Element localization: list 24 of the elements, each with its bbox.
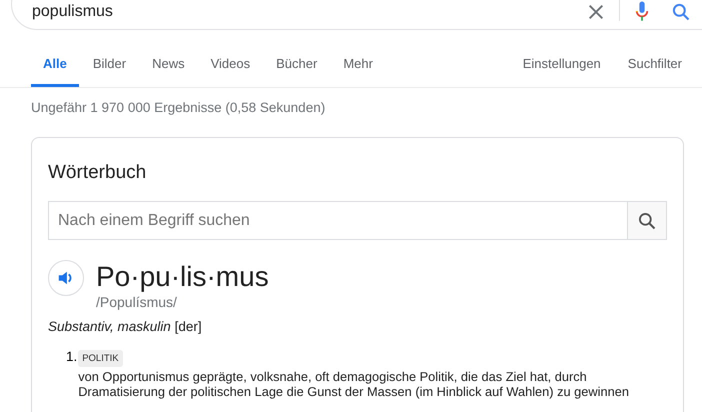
search-icon — [637, 210, 657, 230]
tab[interactable]: Bücher — [264, 48, 330, 87]
microphone-icon[interactable] — [635, 1, 649, 23]
headword: Po·pu·lis·mus — [96, 260, 269, 294]
tool-link[interactable]: Einstellungen — [496, 48, 601, 87]
tab[interactable]: Bilder — [80, 48, 138, 87]
tool-link[interactable]: Suchfilter — [600, 48, 682, 87]
subject-tag: POLITIK — [78, 350, 123, 367]
search-bar[interactable]: populismus — [11, 0, 702, 30]
tab[interactable]: Alle — [31, 48, 79, 87]
sense-number: 1. — [66, 348, 78, 366]
search-icon[interactable] — [671, 2, 691, 22]
result-stats: Ungefähr 1 970 000 Ergebnisse (0,58 Sekunden) — [30, 99, 326, 117]
search-button[interactable] — [627, 201, 667, 240]
card-title: Wörterbuch — [48, 162, 148, 184]
tab[interactable]: Mehr — [331, 48, 385, 87]
speaker-button[interactable] — [48, 260, 84, 296]
grammar-label: Substantiv, maskulin [der] — [48, 319, 203, 334]
tab[interactable]: Videos — [198, 48, 262, 87]
dictionary-search-field[interactable]: Nach einem Begriff suchen — [48, 201, 627, 240]
close-icon[interactable] — [587, 3, 605, 21]
pronunciation: /Populísmus/ — [96, 294, 178, 310]
tab[interactable]: News — [140, 48, 197, 87]
definition-text: von Opportunismus geprägte, volksnahe, oft demagogische Politik, die das Ziel hat, durch Dramatisierung der politischen Lage die Gunst der Massen (im Hinblick auf Wahlen) zu gewinnen — [78, 369, 630, 399]
